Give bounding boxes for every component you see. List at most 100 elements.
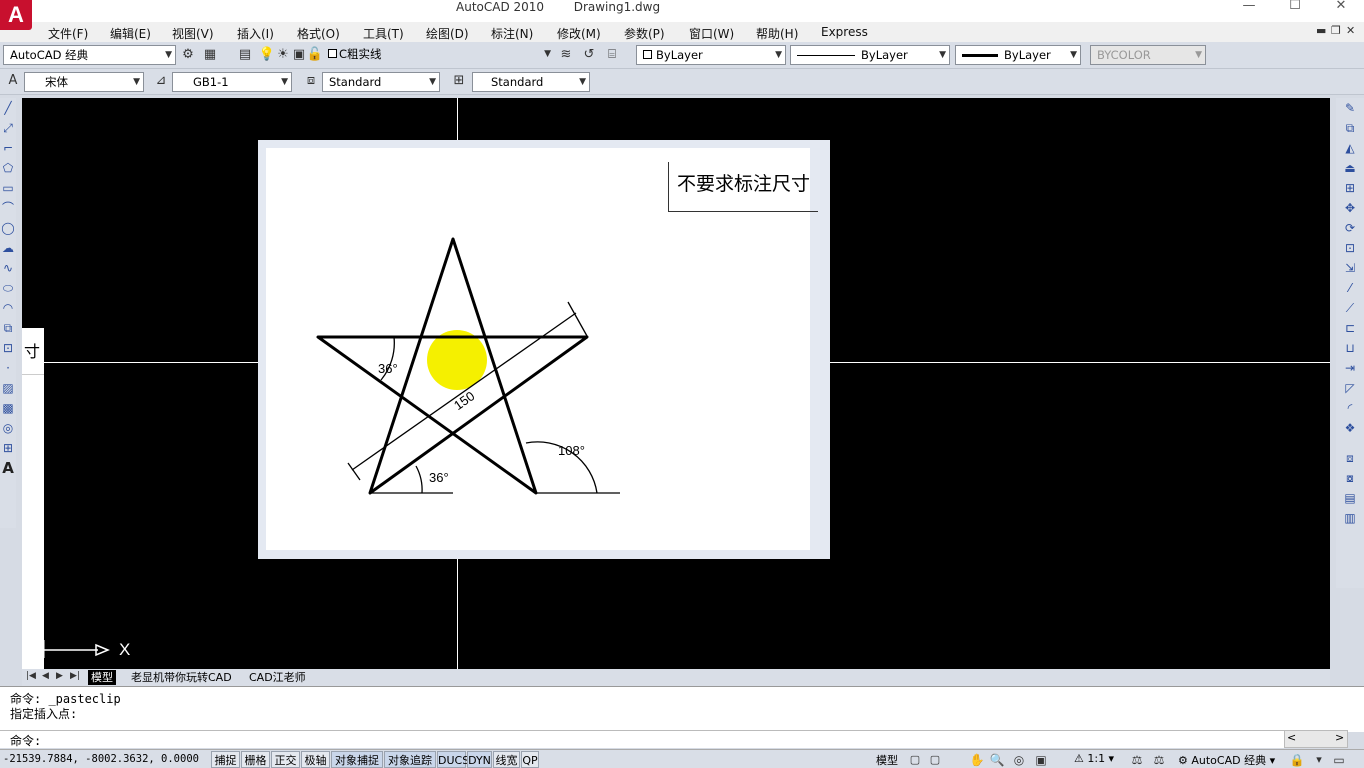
pan-icon[interactable]: ✋ [968, 751, 986, 768]
multiline-text-icon[interactable]: A [0, 458, 16, 478]
rotate-icon[interactable]: ⟳ [1336, 218, 1364, 238]
polyline-icon[interactable]: ⌐ [0, 138, 16, 158]
menu-item-6[interactable]: 绘图(D) [426, 25, 469, 42]
line-icon[interactable]: ╱ [0, 98, 16, 118]
workspace-switch[interactable]: ⚙ AutoCAD 经典 ▾ [1178, 752, 1275, 768]
status-toggle-6[interactable]: DUCS [437, 751, 469, 768]
command-scrollbar[interactable]: < > [1284, 730, 1348, 748]
rectangle-icon[interactable]: ▭ [0, 178, 16, 198]
status-toggle-3[interactable]: 极轴 [301, 751, 330, 768]
explode-icon[interactable]: ❖ [1336, 418, 1364, 438]
layer-previous-icon[interactable]: ↺ [580, 46, 598, 64]
construction-line-icon[interactable]: ⤢ [0, 118, 16, 138]
layout-icon[interactable]: ▢ [906, 751, 924, 768]
status-toggle-2[interactable]: 正交 [271, 751, 300, 768]
break-at-point-icon[interactable]: ⊏ [1336, 318, 1364, 338]
menu-item-1[interactable]: 编辑(E) [110, 25, 151, 42]
clean-screen-icon[interactable]: ▭ [1330, 751, 1348, 768]
menu-item-7[interactable]: 标注(N) [491, 25, 533, 42]
array-icon[interactable]: ⊞ [1336, 178, 1364, 198]
insert-block-icon[interactable]: ⧉ [0, 318, 16, 338]
tab-nav-button-1[interactable]: ◀ [42, 671, 49, 681]
stretch-icon[interactable]: ⇲ [1336, 258, 1364, 278]
menu-item-9[interactable]: 参数(P) [624, 25, 665, 42]
autocad-logo-button[interactable]: A [0, 0, 32, 30]
menu-item-5[interactable]: 工具(T) [363, 25, 404, 42]
draworder-front-icon[interactable]: ⧈ [1336, 448, 1364, 468]
maximize-button[interactable]: ☐ [1272, 0, 1318, 18]
status-toggle-8[interactable]: 线宽 [493, 751, 520, 768]
annotation-visibility-icon[interactable]: ⚖ [1128, 751, 1146, 768]
layer-manager-icon[interactable]: ▤ [236, 46, 254, 64]
make-block-icon[interactable]: ⊡ [0, 338, 16, 358]
tab-nav-button-0[interactable]: |◀ [26, 671, 36, 681]
draworder-above-icon[interactable]: ▤ [1336, 488, 1364, 508]
tab-layout-1[interactable]: 老显机带你玩转CAD [128, 670, 235, 685]
scroll-right-icon[interactable]: > [1335, 731, 1344, 744]
dim-style-icon[interactable]: ⊿ [152, 72, 170, 90]
status-menu-icon[interactable]: ▾ [1310, 751, 1328, 768]
pasted-image[interactable]: 不要求标注尺寸 36° 36° 108° 150 [258, 140, 830, 559]
showmotion-icon[interactable]: ▣ [1032, 751, 1050, 768]
offset-icon[interactable]: ⏏ [1336, 158, 1364, 178]
tab-nav-button-3[interactable]: ▶| [70, 671, 80, 681]
draworder-back-icon[interactable]: ⧇ [1336, 468, 1364, 488]
text-style-select[interactable]: GB1-1 ▼ [172, 72, 292, 92]
revision-cloud-icon[interactable]: ☁ [0, 238, 16, 258]
status-toggle-9[interactable]: QP [521, 751, 539, 768]
model-space-button[interactable]: 模型 [876, 752, 898, 768]
status-toggle-7[interactable]: DYN [467, 751, 492, 768]
doc-minimize-button[interactable]: ▬ [1316, 24, 1326, 37]
lineweight-select[interactable]: ByLayer ▼ [955, 45, 1081, 65]
mirror-icon[interactable]: ◭ [1336, 138, 1364, 158]
join-icon[interactable]: ⇥ [1336, 358, 1364, 378]
menu-item-11[interactable]: 帮助(H) [756, 25, 798, 42]
menu-item-4[interactable]: 格式(O) [297, 25, 340, 42]
doc-restore-button[interactable]: ❐ [1331, 24, 1341, 37]
minimize-button[interactable]: — [1226, 0, 1272, 18]
auto-scale-icon[interactable]: ⚖ [1150, 751, 1168, 768]
table-style-select[interactable]: Standard ▼ [472, 72, 590, 92]
draworder-below-icon[interactable]: ▥ [1336, 508, 1364, 528]
menu-item-3[interactable]: 插入(I) [237, 25, 274, 42]
point-icon[interactable]: · [0, 358, 16, 378]
workspace-select[interactable]: AutoCAD 经典 ▼ [3, 45, 176, 65]
color-select[interactable]: ByLayer ▼ [636, 45, 786, 65]
command-input[interactable]: 命令: [0, 730, 1284, 748]
fillet-icon[interactable]: ◜ [1336, 398, 1364, 418]
move-icon[interactable]: ✥ [1336, 198, 1364, 218]
scale-icon[interactable]: ⊡ [1336, 238, 1364, 258]
trim-icon[interactable]: ⁄ [1336, 278, 1364, 298]
dimension-style-select[interactable]: Standard ▼ [322, 72, 440, 92]
status-toggle-5[interactable]: 对象追踪 [384, 751, 436, 768]
erase-icon[interactable]: ✎ [1336, 98, 1364, 118]
close-button[interactable]: ✕ [1318, 0, 1364, 18]
table-icon[interactable]: ⊞ [0, 438, 16, 458]
status-toggle-1[interactable]: 栅格 [241, 751, 270, 768]
ellipse-arc-icon[interactable]: ◠ [0, 298, 16, 318]
menu-item-8[interactable]: 修改(M) [557, 25, 601, 42]
region-icon[interactable]: ◎ [0, 418, 16, 438]
customize-icon[interactable]: ▦ [201, 46, 219, 64]
copy-icon[interactable]: ⧉ [1336, 118, 1364, 138]
extend-icon[interactable]: ⟋ [1336, 298, 1364, 318]
doc-close-button[interactable]: ✕ [1346, 24, 1355, 37]
arc-icon[interactable]: ⌒ [0, 198, 16, 218]
menu-item-10[interactable]: 窗口(W) [689, 25, 734, 42]
dimension-style-icon[interactable]: ⧈ [302, 72, 320, 90]
menu-item-2[interactable]: 视图(V) [172, 25, 214, 42]
zoom-icon[interactable]: 🔍 [988, 751, 1006, 768]
spline-icon[interactable]: ∿ [0, 258, 16, 278]
ellipse-icon[interactable]: ⬭ [0, 278, 16, 298]
make-current-layer-icon[interactable]: ≋ [557, 46, 575, 64]
tab-layout-2[interactable]: CAD江老师 [246, 670, 309, 685]
gradient-icon[interactable]: ▩ [0, 398, 16, 418]
tab-model[interactable]: 模型 [88, 670, 116, 685]
plotstyle-select[interactable]: BYCOLOR ▼ [1090, 45, 1206, 65]
status-toggle-0[interactable]: 捕捉 [211, 751, 240, 768]
status-toggle-4[interactable]: 对象捕捉 [331, 751, 383, 768]
scroll-left-icon[interactable]: < [1287, 731, 1296, 744]
menu-item-12[interactable]: Express [821, 25, 868, 39]
text-font-select[interactable]: 宋体 ▼ [24, 72, 144, 92]
text-style-icon[interactable]: A [4, 72, 22, 90]
